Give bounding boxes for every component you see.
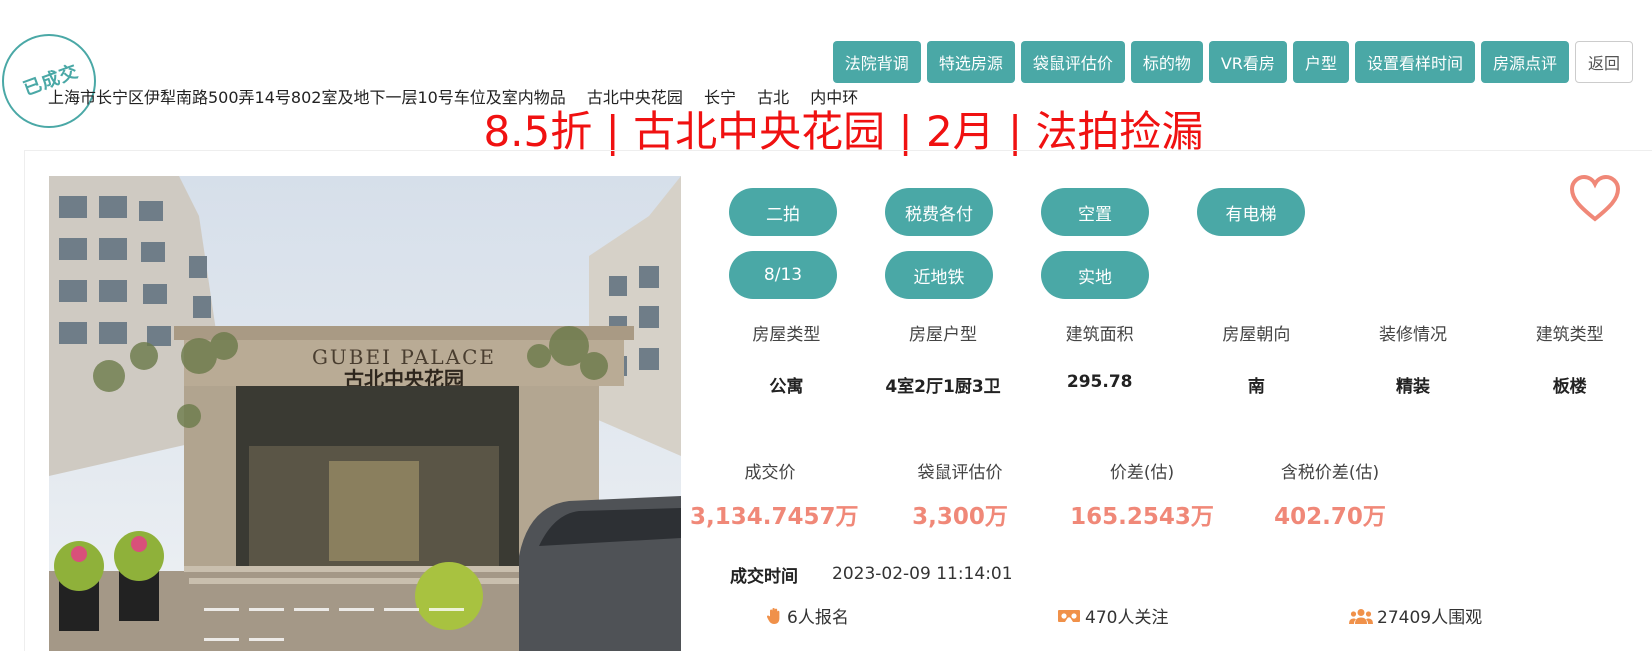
- attr-label-layout: 房屋户型: [909, 325, 977, 345]
- valuation-price-value: 3,300万: [912, 504, 1008, 530]
- tag-vacant: 空置: [1041, 188, 1149, 236]
- favorite-heart-icon[interactable]: [1568, 174, 1622, 228]
- price-gap-value: 165.2543万: [1070, 504, 1214, 530]
- tag-elevator: 有电梯: [1197, 188, 1305, 236]
- floor-plan-button[interactable]: 户型: [1292, 41, 1349, 83]
- tax-price-gap-label: 含税价差(估): [1280, 463, 1380, 483]
- attr-value-decoration: 精装: [1396, 377, 1431, 397]
- attribute-labels: 房屋类型 房屋户型 建筑面积 房屋朝向 装修情况 建筑类型: [708, 320, 1648, 345]
- valuation-button[interactable]: 袋鼠评估价: [1020, 41, 1125, 83]
- back-button[interactable]: 返回: [1574, 41, 1633, 83]
- follow-count: 470人关注: [1085, 608, 1169, 628]
- subject-matter-button[interactable]: 标的物: [1130, 41, 1203, 83]
- deal-price-value: 3,134.7457万: [690, 504, 859, 530]
- attr-value-type: 公寓: [769, 377, 804, 397]
- attr-value-layout: 4室2厅1厨3卫: [885, 377, 1001, 397]
- attr-label-area: 建筑面积: [1065, 325, 1134, 345]
- attr-label-building-type: 建筑类型: [1535, 325, 1604, 345]
- attribute-values: 公寓 4室2厅1厨3卫 295.78 南 精装 板楼: [708, 372, 1648, 397]
- valuation-price: 袋鼠评估价 3,300万: [880, 458, 1040, 531]
- featured-listings-button[interactable]: 特选房源: [926, 41, 1015, 83]
- attr-label-orientation: 房屋朝向: [1222, 325, 1291, 345]
- attr-value-building-type: 板楼: [1552, 377, 1587, 397]
- users-icon: [1349, 608, 1373, 624]
- sign-english: GUBEI PALACE: [312, 345, 496, 369]
- price-gap-label: 价差(估): [1109, 463, 1175, 483]
- deal-time-label: 成交时间: [730, 567, 798, 587]
- tag-near-subway: 近地铁: [885, 251, 993, 299]
- deal-price: 成交价 3,134.7457万: [690, 458, 859, 531]
- tag-site-visit: 实地: [1041, 251, 1149, 299]
- tag-floor: 8/13: [729, 251, 837, 299]
- listing-review-button[interactable]: 房源点评: [1480, 41, 1569, 83]
- hand-icon: [765, 607, 783, 625]
- deal-time-value: 2023-02-09 11:14:01: [832, 564, 1013, 584]
- watch-count: 27409人围观: [1377, 608, 1483, 628]
- vr-glasses-icon: [1057, 608, 1081, 624]
- price-gap: 价差(估) 165.2543万: [1062, 458, 1222, 531]
- attr-value-area: 295.78: [1066, 372, 1133, 392]
- watch-stat: 27409人围观: [1349, 603, 1482, 628]
- property-photo[interactable]: GUBEI PALACE 古北中央花园: [49, 176, 681, 651]
- tax-price-gap: 含税价差(估) 402.70万: [1250, 458, 1410, 531]
- follow-stat: 470人关注: [1057, 603, 1168, 628]
- vr-tour-button[interactable]: VR看房: [1208, 41, 1287, 83]
- tag-second-auction: 二拍: [729, 188, 837, 236]
- attr-label-type: 房屋类型: [752, 325, 821, 345]
- schedule-viewing-button[interactable]: 设置看样时间: [1354, 41, 1475, 83]
- valuation-price-label: 袋鼠评估价: [917, 463, 1003, 483]
- top-nav: 法院背调 特选房源 袋鼠评估价 标的物 VR看房 户型 设置看样时间 房源点评 …: [832, 41, 1633, 83]
- signup-count: 6人报名: [787, 608, 849, 628]
- attr-label-decoration: 装修情况: [1379, 325, 1448, 345]
- deal-price-label: 成交价: [744, 463, 796, 483]
- signup-stat: 6人报名: [765, 603, 849, 628]
- court-background-button[interactable]: 法院背调: [832, 41, 921, 83]
- tax-price-gap-value: 402.70万: [1274, 504, 1386, 530]
- attr-value-orientation: 南: [1247, 377, 1265, 397]
- tag-tax-split: 税费各付: [885, 188, 993, 236]
